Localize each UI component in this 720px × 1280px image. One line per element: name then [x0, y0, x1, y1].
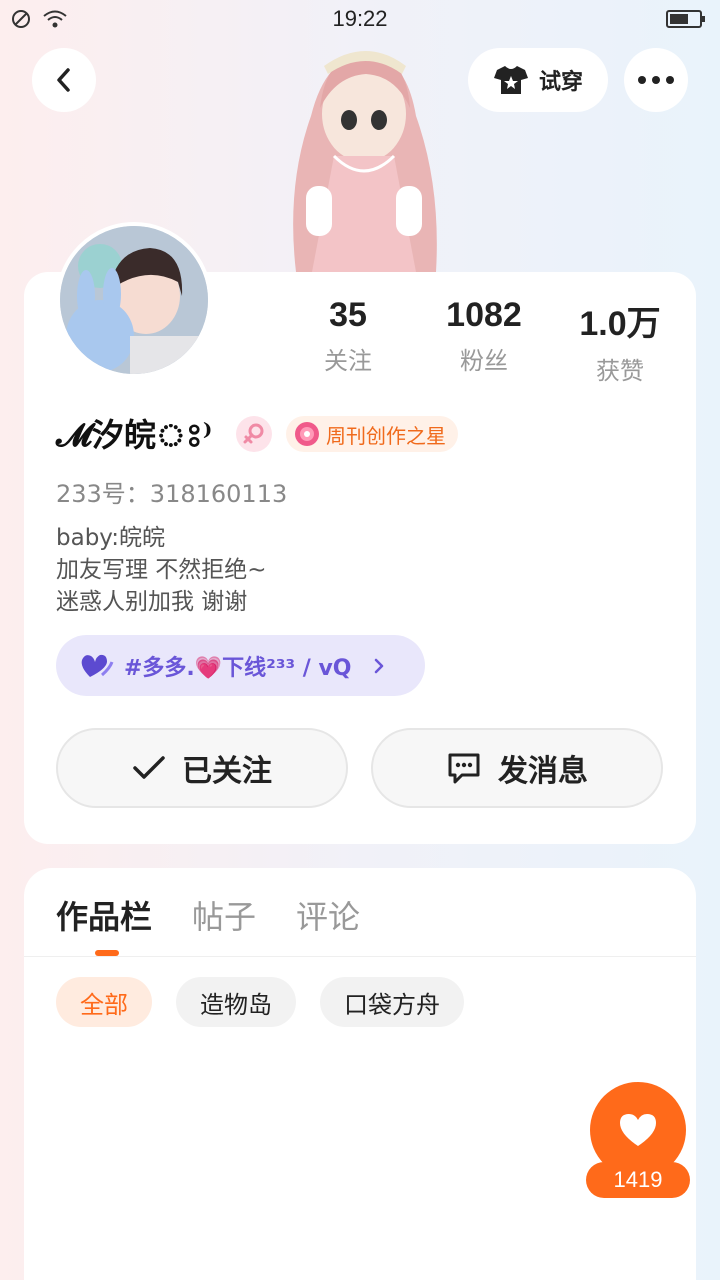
stat-fans-value: 1082: [446, 296, 522, 334]
chip-creation-island[interactable]: 造物岛: [176, 977, 296, 1027]
stat-following[interactable]: 35 关注: [288, 296, 408, 376]
follow-label: 已关注: [182, 754, 272, 789]
chat-bubble-icon: [448, 753, 480, 784]
heart-icon: [620, 1114, 656, 1146]
filter-chips: 全部 造物岛 口袋方舟: [56, 977, 464, 1027]
battery-icon: [666, 10, 705, 28]
tab-posts[interactable]: 帖子: [192, 892, 256, 938]
bio-line: 加友写理 不然拒绝~: [56, 557, 267, 583]
group-tag-label: #多多.💗下线²³³ / vQ: [124, 655, 352, 681]
bio-line: 迷惑人别加我 谢谢: [56, 589, 248, 615]
tab-works[interactable]: 作品栏: [56, 892, 152, 938]
divider: [24, 956, 696, 957]
female-gender-icon: [236, 416, 272, 452]
try-on-label: 试穿: [538, 70, 583, 95]
purple-heart-icon: [81, 654, 114, 677]
stat-following-label: 关注: [324, 347, 372, 375]
user-id: 233号：318160113: [56, 480, 288, 508]
stat-following-value: 35: [329, 296, 367, 334]
like-count: 1419: [586, 1162, 690, 1198]
more-dots-icon: [638, 76, 674, 84]
stat-likes[interactable]: 1.0万 获赞: [560, 296, 680, 386]
message-label: 发消息: [498, 754, 588, 789]
follow-button[interactable]: 已关注: [56, 728, 348, 808]
status-bar: 19:22: [0, 0, 720, 40]
stat-fans-label: 粉丝: [460, 347, 508, 375]
checkmark-icon: [133, 756, 165, 779]
stat-likes-label: 获赞: [596, 357, 644, 385]
status-time: 19:22: [332, 6, 388, 31]
more-options-button[interactable]: [624, 48, 688, 112]
chevron-right-icon: [374, 658, 383, 673]
avatar-character-figure: [266, 36, 456, 272]
flower-badge-icon: [295, 422, 319, 446]
group-tag-pill[interactable]: #多多.💗下线²³³ / vQ: [56, 635, 425, 696]
message-button[interactable]: 发消息: [371, 728, 663, 808]
back-button[interactable]: [32, 48, 96, 112]
creator-star-badge[interactable]: 周刊创作之星: [286, 416, 458, 452]
creator-star-label: 周刊创作之星: [326, 423, 446, 448]
tab-comments[interactable]: 评论: [296, 892, 360, 938]
try-on-button[interactable]: 试穿: [468, 48, 608, 112]
chip-pocket-ark[interactable]: 口袋方舟: [320, 977, 464, 1027]
bio: baby:皖皖 加友写理 不然拒绝~ 迷惑人别加我 谢谢: [56, 522, 267, 618]
tshirt-icon: [493, 66, 528, 94]
avatar[interactable]: [56, 222, 212, 378]
nickname: 𝓜汐皖ঃ⁾: [56, 416, 213, 454]
stat-fans[interactable]: 1082 粉丝: [424, 296, 544, 376]
chip-all[interactable]: 全部: [56, 977, 152, 1027]
bio-line: baby:皖皖: [56, 525, 165, 551]
chevron-left-icon: [57, 68, 70, 92]
stat-likes-value: 1.0万: [579, 305, 661, 343]
content-tabs: 作品栏 帖子 评论: [56, 892, 360, 938]
